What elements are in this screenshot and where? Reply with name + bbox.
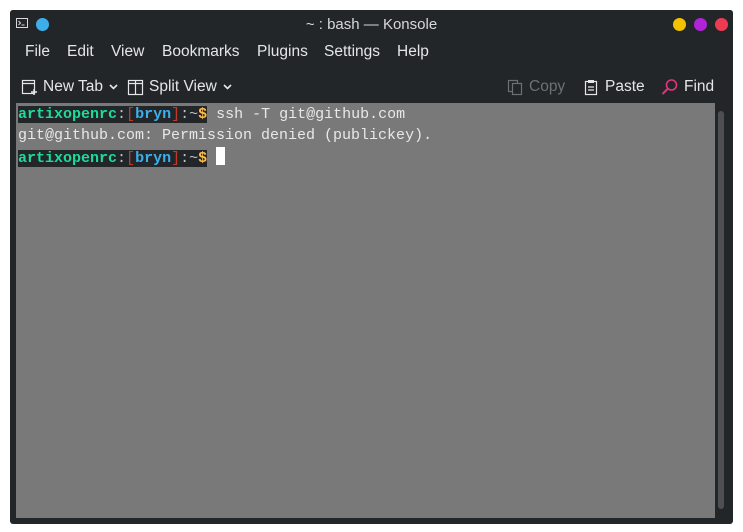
- prompt-separator: :: [117, 150, 127, 167]
- prompt-bracket: ]: [171, 150, 181, 167]
- menu-view[interactable]: View: [111, 43, 144, 61]
- prompt-bracket: [: [126, 106, 136, 123]
- find-button[interactable]: Find: [661, 76, 714, 98]
- minimize-button[interactable]: [673, 18, 686, 31]
- split-view-button[interactable]: Split View: [127, 76, 237, 98]
- prompt-bracket: ]: [171, 106, 181, 123]
- menu-bar: File Edit View Bookmarks Plugins Setting…: [10, 39, 733, 65]
- menu-settings[interactable]: Settings: [324, 43, 380, 61]
- paste-icon: [584, 79, 598, 95]
- text-cursor: [216, 147, 226, 165]
- close-button[interactable]: [715, 18, 728, 31]
- copy-label: Copy: [529, 78, 566, 95]
- terminal-output: git@github.com: Permission denied (publi…: [18, 127, 433, 144]
- prompt-bracket: [: [126, 150, 136, 167]
- prompt-dollar: $: [198, 150, 208, 167]
- menu-edit[interactable]: Edit: [67, 43, 94, 61]
- copy-button[interactable]: Copy: [507, 76, 565, 98]
- menu-bookmarks[interactable]: Bookmarks: [162, 43, 240, 61]
- menu-file[interactable]: File: [25, 43, 50, 61]
- terminal-view[interactable]: artixopenrc:[bryn]:~$ ssh -T git@github.…: [16, 103, 715, 518]
- window-title: ~ : bash — Konsole: [305, 16, 438, 33]
- prompt-path: :~: [180, 150, 199, 167]
- new-tab-label: New Tab: [43, 78, 104, 95]
- new-tab-icon: [21, 79, 37, 95]
- maximize-button[interactable]: [694, 18, 707, 31]
- chevron-down-icon: [109, 84, 118, 90]
- prompt-host: artixopenrc: [18, 150, 118, 167]
- paste-button[interactable]: Paste: [583, 76, 645, 98]
- scrollbar-thumb[interactable]: [718, 111, 724, 509]
- title-bar[interactable]: ~ : bash — Konsole: [10, 10, 733, 38]
- terminal-line: git@github.com: Permission denied (publi…: [18, 126, 432, 146]
- find-icon: [661, 79, 678, 95]
- new-tab-button[interactable]: New Tab: [21, 76, 123, 98]
- terminal-line: artixopenrc:[bryn]:~$ ssh -T git@github.…: [18, 105, 405, 125]
- vertical-scrollbar[interactable]: [715, 103, 727, 518]
- chevron-down-icon: [223, 84, 232, 90]
- shell-prompt: artixopenrc:[bryn]:~$: [18, 150, 208, 167]
- prompt-user: bryn: [135, 106, 172, 123]
- terminal-command: ssh -T git@github.com: [207, 106, 406, 123]
- prompt-dollar: $: [198, 106, 208, 123]
- terminal-line: artixopenrc:[bryn]:~$: [18, 147, 226, 167]
- shell-prompt: artixopenrc:[bryn]:~$: [18, 106, 208, 123]
- menu-help[interactable]: Help: [397, 43, 429, 61]
- konsole-window: ~ : bash — Konsole File Edit View Bookma…: [10, 10, 733, 524]
- prompt-user: bryn: [135, 150, 172, 167]
- split-view-label: Split View: [149, 78, 217, 95]
- menu-plugins[interactable]: Plugins: [257, 43, 308, 61]
- copy-icon: [507, 79, 523, 95]
- terminal-command: [207, 150, 216, 167]
- paste-label: Paste: [605, 78, 645, 95]
- find-label: Find: [684, 78, 715, 95]
- prompt-host: artixopenrc: [18, 106, 118, 123]
- prompt-path: :~: [180, 106, 199, 123]
- prompt-separator: :: [117, 106, 127, 123]
- split-view-icon: [127, 79, 144, 95]
- toolbar: New Tab Split View Copy Paste Find: [10, 71, 733, 101]
